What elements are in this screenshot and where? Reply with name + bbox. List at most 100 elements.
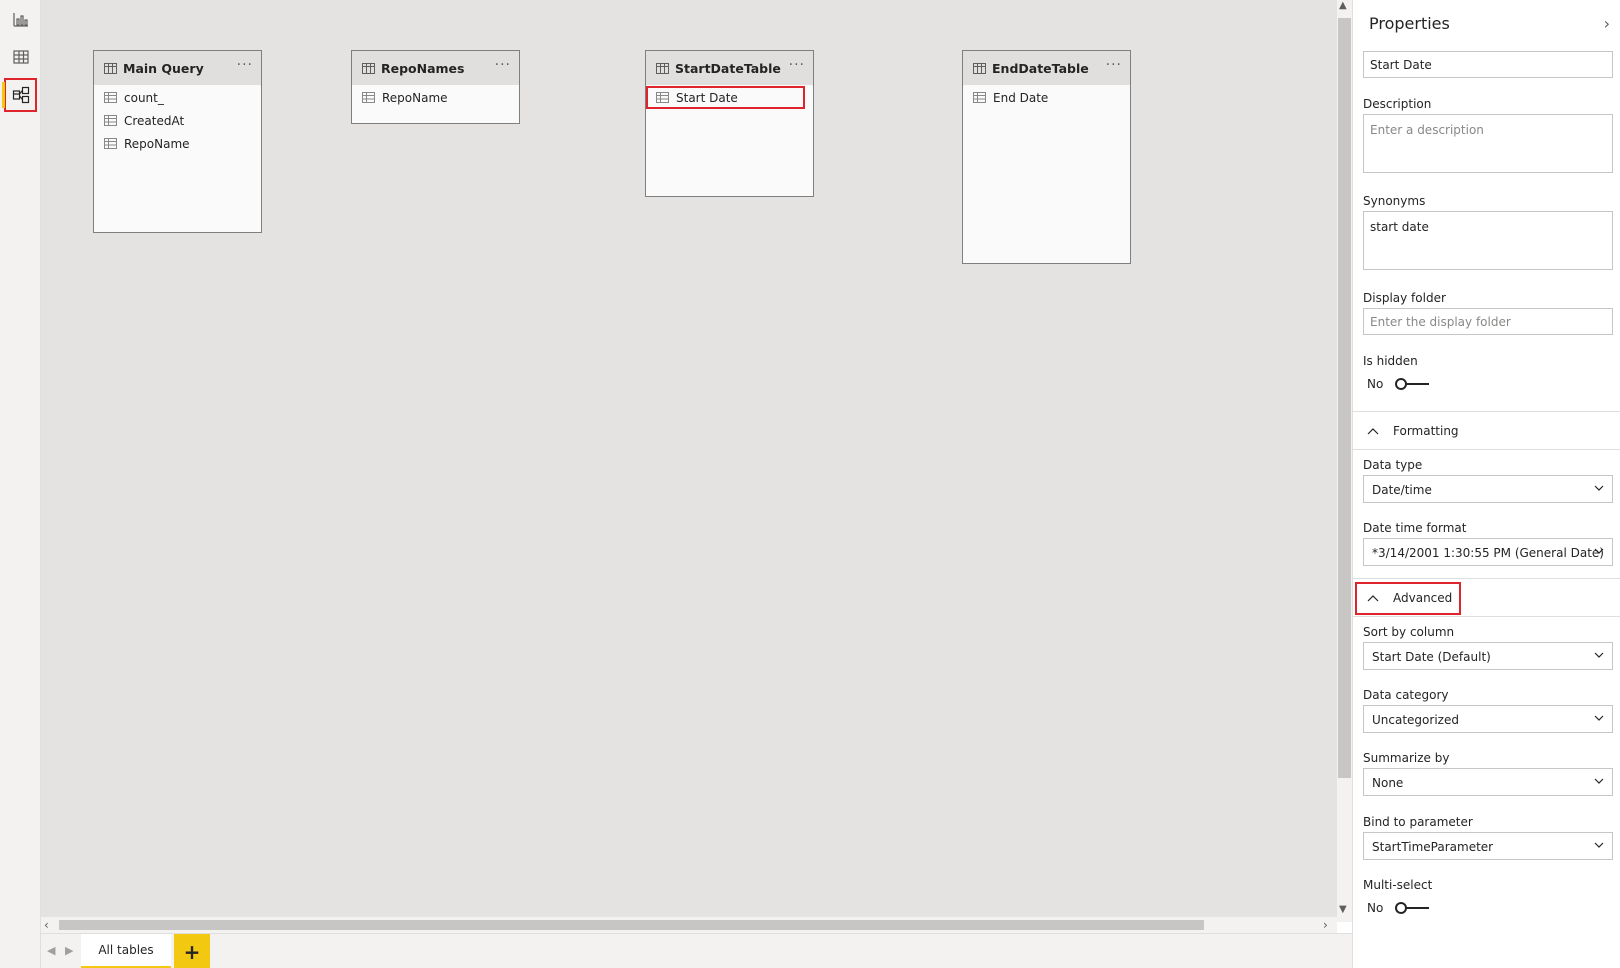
scroll-up-icon[interactable]: ▲ bbox=[1339, 0, 1347, 11]
data-view-button[interactable] bbox=[4, 40, 37, 74]
table-card-startdatetable[interactable]: StartDateTable ··· Start Date bbox=[645, 50, 814, 197]
table-card-header[interactable]: EndDateTable ··· bbox=[963, 51, 1130, 85]
column-icon bbox=[104, 92, 117, 103]
field-name: RepoName bbox=[382, 90, 448, 105]
model-canvas[interactable]: Main Query ··· count_ CreatedAt RepoName… bbox=[41, 0, 1337, 922]
chevron-down-icon bbox=[1594, 652, 1604, 658]
model-diagram-icon bbox=[12, 86, 29, 104]
select-value: None bbox=[1372, 776, 1404, 790]
scroll-left-icon[interactable]: ‹ bbox=[44, 917, 49, 933]
field-item[interactable]: RepoName bbox=[94, 132, 261, 155]
bind-parameter-label: Bind to parameter bbox=[1363, 815, 1473, 829]
formatting-section-header[interactable]: Formatting bbox=[1353, 411, 1620, 450]
column-icon bbox=[104, 115, 117, 126]
data-type-label: Data type bbox=[1363, 458, 1423, 472]
column-icon bbox=[362, 92, 375, 103]
table-card-header[interactable]: StartDateTable ··· bbox=[646, 51, 813, 85]
chevron-right-icon[interactable]: › bbox=[1604, 14, 1610, 33]
name-input[interactable]: Start Date bbox=[1363, 51, 1613, 78]
toggle-state: No bbox=[1367, 901, 1384, 915]
toggle-switch[interactable] bbox=[1395, 902, 1430, 914]
section-title: Formatting bbox=[1393, 423, 1459, 438]
bind-parameter-select[interactable]: StartTimeParameter bbox=[1363, 832, 1613, 860]
scroll-thumb[interactable] bbox=[1338, 18, 1351, 778]
field-item[interactable]: count_ bbox=[94, 86, 261, 109]
table-card-enddatetable[interactable]: EndDateTable ··· End Date bbox=[962, 50, 1131, 264]
table-icon bbox=[104, 62, 117, 74]
vertical-scrollbar[interactable]: ▲ ▼ bbox=[1337, 0, 1352, 922]
synonyms-label: Synonyms bbox=[1363, 194, 1426, 208]
column-icon bbox=[973, 92, 986, 103]
scroll-right-icon[interactable]: › bbox=[1323, 917, 1328, 933]
more-options-icon[interactable]: ··· bbox=[1106, 57, 1122, 73]
more-options-icon[interactable]: ··· bbox=[789, 57, 805, 73]
bar-chart-icon bbox=[12, 13, 28, 27]
synonyms-input[interactable]: start date bbox=[1363, 211, 1613, 270]
tab-prev-icon[interactable]: ◀ bbox=[47, 944, 55, 957]
multi-select-toggle[interactable]: No bbox=[1367, 901, 1430, 915]
table-card-header[interactable]: RepoNames ··· bbox=[352, 51, 519, 85]
table-name: EndDateTable bbox=[992, 60, 1089, 76]
date-time-format-select[interactable]: *3/14/2001 1:30:55 PM (General Date) bbox=[1363, 538, 1613, 566]
select-value: Start Date (Default) bbox=[1372, 650, 1491, 664]
model-view-button[interactable] bbox=[2, 78, 37, 112]
data-category-label: Data category bbox=[1363, 688, 1449, 702]
chevron-down-icon bbox=[1594, 548, 1604, 554]
is-hidden-label: Is hidden bbox=[1363, 354, 1418, 368]
field-name: count_ bbox=[124, 90, 164, 105]
scroll-down-icon[interactable]: ▼ bbox=[1339, 904, 1347, 915]
tab-all-tables[interactable]: All tables bbox=[81, 934, 171, 968]
data-type-select[interactable]: Date/time bbox=[1363, 475, 1613, 503]
display-folder-input[interactable]: Enter the display folder bbox=[1363, 308, 1613, 335]
column-icon bbox=[656, 92, 669, 103]
horizontal-scrollbar[interactable]: ‹ › bbox=[41, 917, 1337, 933]
chevron-down-icon bbox=[1594, 485, 1604, 491]
table-card-main-query[interactable]: Main Query ··· count_ CreatedAt RepoName bbox=[93, 50, 262, 233]
field-item[interactable]: RepoName bbox=[352, 86, 519, 109]
data-category-select[interactable]: Uncategorized bbox=[1363, 705, 1613, 733]
is-hidden-toggle[interactable]: No bbox=[1367, 377, 1430, 391]
chevron-up-icon bbox=[1367, 427, 1379, 434]
table-card-reponames[interactable]: RepoNames ··· RepoName bbox=[351, 50, 520, 124]
table-name: Main Query bbox=[123, 60, 204, 76]
table-icon bbox=[973, 62, 986, 74]
table-name: StartDateTable bbox=[675, 60, 781, 76]
toggle-state: No bbox=[1367, 377, 1384, 391]
select-value: *3/14/2001 1:30:55 PM (General Date) bbox=[1372, 546, 1604, 560]
advanced-section-header[interactable]: Advanced bbox=[1353, 578, 1620, 617]
more-options-icon[interactable]: ··· bbox=[237, 57, 253, 73]
table-icon bbox=[656, 62, 669, 74]
table-card-header[interactable]: Main Query ··· bbox=[94, 51, 261, 85]
toggle-switch[interactable] bbox=[1395, 378, 1430, 390]
display-folder-label: Display folder bbox=[1363, 291, 1446, 305]
highlight-box bbox=[1355, 582, 1461, 615]
report-view-button[interactable] bbox=[4, 2, 37, 36]
more-options-icon[interactable]: ··· bbox=[495, 57, 511, 73]
field-name: End Date bbox=[993, 90, 1049, 105]
table-grid-icon bbox=[12, 50, 29, 64]
multi-select-label: Multi-select bbox=[1363, 878, 1433, 892]
table-name: RepoNames bbox=[381, 60, 465, 76]
description-label: Description bbox=[1363, 97, 1432, 111]
select-value: Uncategorized bbox=[1372, 713, 1459, 727]
scroll-thumb[interactable] bbox=[59, 920, 1204, 930]
field-item[interactable]: End Date bbox=[963, 86, 1130, 109]
summarize-by-select[interactable]: None bbox=[1363, 768, 1613, 796]
summarize-by-label: Summarize by bbox=[1363, 751, 1450, 765]
chevron-down-icon bbox=[1594, 715, 1604, 721]
field-name: RepoName bbox=[124, 136, 190, 151]
sort-by-select[interactable]: Start Date (Default) bbox=[1363, 642, 1613, 670]
field-item[interactable]: CreatedAt bbox=[94, 109, 261, 132]
field-item-selected[interactable]: Start Date bbox=[646, 86, 805, 109]
tab-next-icon[interactable]: ▶ bbox=[65, 944, 73, 957]
field-name: CreatedAt bbox=[124, 113, 185, 128]
properties-pane: Properties › Start Date Description Ente… bbox=[1352, 0, 1620, 968]
description-input[interactable]: Enter a description bbox=[1363, 114, 1613, 173]
select-value: StartTimeParameter bbox=[1372, 840, 1494, 854]
field-name: Start Date bbox=[676, 90, 738, 105]
table-icon bbox=[362, 62, 375, 74]
add-layout-button[interactable]: + bbox=[174, 934, 210, 968]
properties-title: Properties bbox=[1369, 14, 1450, 33]
view-rail bbox=[0, 0, 41, 968]
sort-by-label: Sort by column bbox=[1363, 625, 1455, 639]
